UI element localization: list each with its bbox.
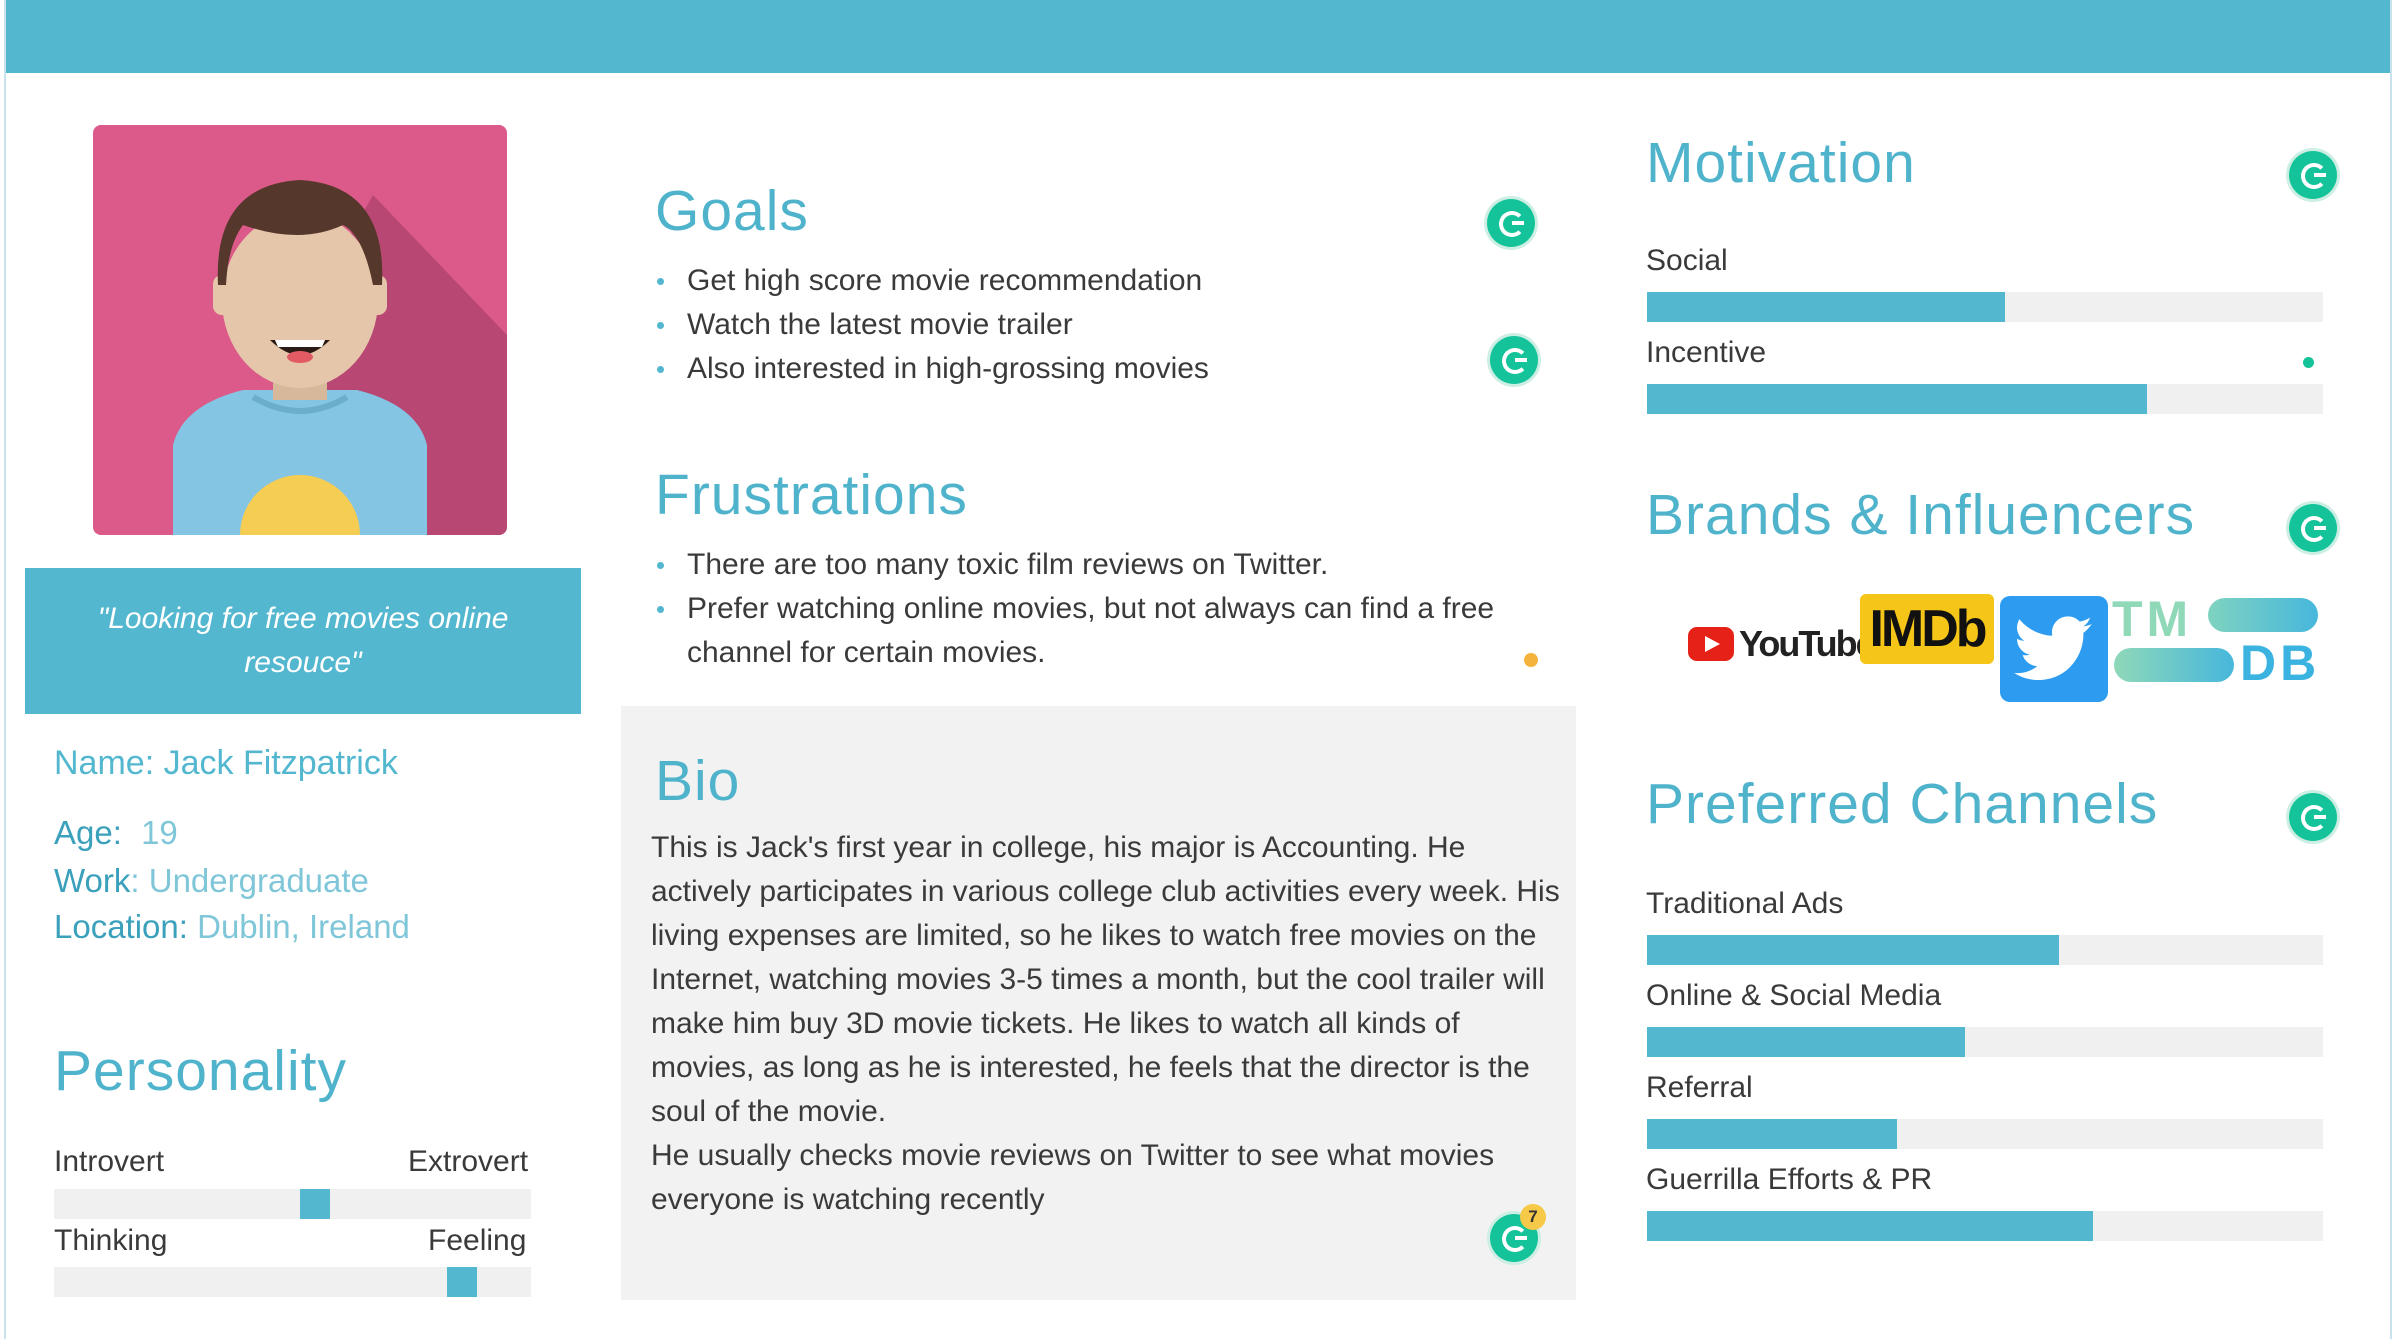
meter-fill bbox=[1647, 1119, 1898, 1149]
meter-fill bbox=[1647, 935, 2060, 965]
meter-fill bbox=[1647, 1211, 2094, 1241]
youtube-play-icon bbox=[1688, 627, 1734, 661]
quote-text: "Looking for free movies online resouce" bbox=[97, 602, 509, 679]
status-dot bbox=[2303, 357, 2314, 368]
list-item: Watch the latest movie trailer bbox=[655, 303, 1475, 347]
channel-meter bbox=[1647, 1211, 2323, 1241]
location-label: Location: bbox=[54, 908, 188, 945]
personality-right-label-2: Feeling bbox=[428, 1224, 527, 1257]
name-label: Name: bbox=[54, 744, 155, 782]
work-label: Work bbox=[54, 862, 131, 899]
introvert-extrovert-slider bbox=[54, 1189, 531, 1219]
tmdb-pill-top bbox=[2208, 598, 2318, 632]
meter-fill bbox=[1647, 1027, 1965, 1057]
grammarly-icon[interactable] bbox=[1487, 199, 1535, 247]
status-dot bbox=[1524, 653, 1538, 667]
youtube-logo: YouTube bbox=[1688, 622, 1876, 666]
avatar-illustration bbox=[173, 180, 507, 535]
tmdb-pill-bottom bbox=[2114, 648, 2234, 682]
twitter-bird-icon bbox=[2014, 616, 2093, 681]
goals-list: Get high score movie recommendation Watc… bbox=[655, 259, 1475, 391]
channel-label: Online & Social Media bbox=[1646, 979, 1942, 1012]
age-value: 19 bbox=[141, 814, 178, 851]
slider-knob bbox=[447, 1267, 477, 1297]
tmdb-text-bottom: DB bbox=[2240, 635, 2321, 691]
age-row: Age: 19 bbox=[54, 814, 178, 852]
tmdb-text-top: TM bbox=[2112, 591, 2193, 647]
name-value: Jack Fitzpatrick bbox=[163, 744, 398, 782]
list-item: Get high score movie recommendation bbox=[655, 259, 1475, 303]
grammarly-icon[interactable] bbox=[2289, 793, 2337, 841]
motivation-meter bbox=[1647, 292, 2323, 322]
work-value: : Undergraduate bbox=[130, 862, 369, 899]
work-row: Work: Undergraduate bbox=[54, 862, 369, 900]
youtube-text: YouTube bbox=[1739, 623, 1876, 664]
slider-knob bbox=[300, 1189, 330, 1219]
meter-fill bbox=[1647, 384, 2148, 414]
bio-paragraph-1: This is Jack's first year in college, hi… bbox=[651, 831, 1560, 1128]
channel-meter bbox=[1647, 1027, 2323, 1057]
bio-title: Bio bbox=[655, 749, 741, 813]
personality-title: Personality bbox=[54, 1039, 347, 1103]
list-item: Also interested in high-grossing movies bbox=[655, 347, 1475, 391]
motivation-label: Social bbox=[1646, 244, 1728, 277]
twitter-icon bbox=[2000, 596, 2108, 702]
name-row: Name: Jack Fitzpatrick bbox=[54, 744, 398, 783]
meter-fill bbox=[1647, 292, 2006, 322]
channel-label: Referral bbox=[1646, 1071, 1753, 1104]
grammarly-icon[interactable] bbox=[1490, 336, 1538, 384]
channels-title: Preferred Channels bbox=[1646, 772, 2159, 836]
location-value: Dublin, Ireland bbox=[197, 908, 410, 945]
personality-right-label-1: Extrovert bbox=[408, 1145, 529, 1178]
channel-meter bbox=[1647, 935, 2323, 965]
avatar bbox=[93, 125, 507, 535]
motivation-label: Incentive bbox=[1646, 336, 1767, 369]
personality-left-label-1: Introvert bbox=[54, 1145, 165, 1178]
list-item: Prefer watching online movies, but not a… bbox=[655, 587, 1535, 675]
list-item: There are too many toxic film reviews on… bbox=[655, 543, 1535, 587]
channel-meter bbox=[1647, 1119, 2323, 1149]
motivation-title: Motivation bbox=[1646, 131, 1916, 195]
frustrations-title: Frustrations bbox=[655, 463, 968, 527]
age-label: Age: bbox=[54, 814, 122, 851]
bio-paragraph-2: He usually checks movie reviews on Twitt… bbox=[651, 1139, 1495, 1216]
location-row: Location: Dublin, Ireland bbox=[54, 908, 410, 946]
grammarly-icon[interactable] bbox=[2289, 504, 2337, 552]
grammarly-icon[interactable] bbox=[2289, 151, 2337, 199]
channel-label: Guerrilla Efforts & PR bbox=[1646, 1163, 1933, 1196]
imdb-text: IMDb bbox=[1869, 600, 1987, 658]
grammarly-icon[interactable]: 7 bbox=[1490, 1204, 1546, 1262]
bio-panel: Bio This is Jack's first year in college… bbox=[621, 706, 1576, 1300]
frustrations-list: There are too many toxic film reviews on… bbox=[655, 543, 1535, 675]
goals-title: Goals bbox=[655, 179, 809, 243]
personality-left-label-2: Thinking bbox=[54, 1224, 168, 1257]
thinking-feeling-slider bbox=[54, 1267, 531, 1297]
imdb-logo: IMDb bbox=[1860, 594, 1994, 664]
channel-label: Traditional Ads bbox=[1646, 887, 1844, 920]
tmdb-logo: TM DB bbox=[2112, 590, 2318, 691]
quote-box: "Looking for free movies online resouce" bbox=[25, 568, 581, 714]
motivation-meter bbox=[1647, 384, 2323, 414]
brands-title: Brands & Influencers bbox=[1646, 483, 2196, 547]
grammarly-badge: 7 bbox=[1520, 1204, 1546, 1230]
